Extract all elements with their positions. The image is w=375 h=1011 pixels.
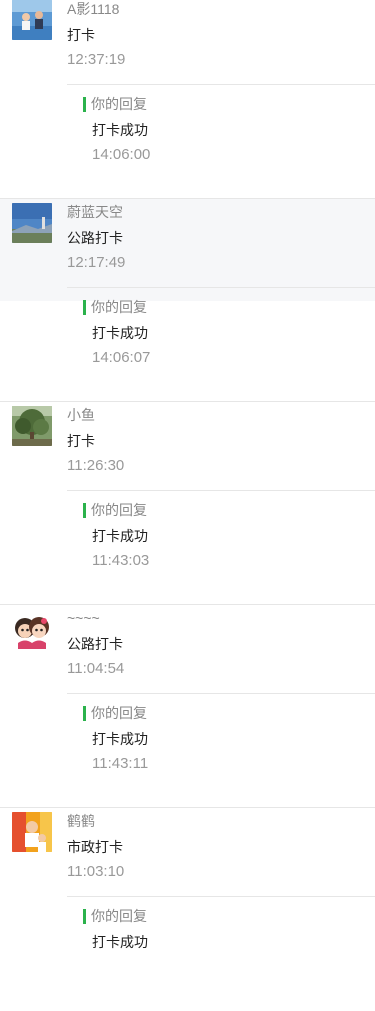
child-photo-avatar[interactable] (12, 812, 52, 852)
reply-label: 你的回复 (91, 502, 147, 518)
message-item[interactable]: 鹤鹤 市政打卡 11:03:10 你的回复 打卡成功 (0, 808, 375, 1011)
message-time: 12:37:19 (67, 51, 126, 68)
reply-block: 你的回复 打卡成功 14:06:07 (67, 287, 375, 388)
reply-label: 你的回复 (91, 96, 147, 112)
sender-name: 小鱼 (67, 407, 95, 423)
sender-name: 鹤鹤 (67, 813, 95, 829)
message-item[interactable]: A影1118 打卡 12:37:19 你的回复 打卡成功 14:06:00 (0, 0, 375, 199)
message-time: 12:17:49 (67, 254, 126, 271)
message-item[interactable]: ~~~~ 公路打卡 11:04:54 你的回复 打卡成功 11:43:11 (0, 605, 375, 808)
reply-content: 打卡成功 (92, 122, 148, 138)
message-header: ~~~~ 公路打卡 11:04:54 (0, 605, 375, 707)
tree-photo-avatar[interactable] (12, 406, 52, 446)
message-header: 小鱼 打卡 11:26:30 (0, 402, 375, 504)
reply-indicator-bar (83, 706, 86, 721)
reply-time: 11:43:11 (92, 755, 149, 772)
reply-label: 你的回复 (91, 908, 147, 924)
message-item[interactable]: 小鱼 打卡 11:26:30 你的回复 打卡成功 11:43:03 (0, 402, 375, 605)
reply-content: 打卡成功 (92, 731, 148, 747)
reply-indicator-bar (83, 909, 86, 924)
message-header: 鹤鹤 市政打卡 11:03:10 (0, 808, 375, 910)
message-time: 11:04:54 (67, 660, 125, 677)
message-time: 11:03:10 (67, 863, 125, 880)
message-content: 市政打卡 (67, 839, 123, 855)
reply-content: 打卡成功 (92, 934, 148, 950)
message-content: 打卡 (67, 433, 95, 449)
message-time: 11:26:30 (67, 457, 125, 474)
sky-landscape-avatar[interactable] (12, 203, 52, 243)
sender-name: A影1118 (67, 1, 120, 17)
message-content: 公路打卡 (67, 230, 123, 246)
reply-indicator-bar (83, 300, 86, 315)
reply-block: 你的回复 打卡成功 11:43:03 (67, 490, 375, 591)
reply-content: 打卡成功 (92, 528, 148, 544)
reply-block: 你的回复 打卡成功 14:06:00 (67, 84, 375, 185)
message-list: A影1118 打卡 12:37:19 你的回复 打卡成功 14:06:00 蔚蓝… (0, 0, 375, 1011)
reply-label: 你的回复 (91, 705, 147, 721)
reply-block: 你的回复 打卡成功 11:43:11 (67, 693, 375, 794)
sender-name: 蔚蓝天空 (67, 204, 123, 220)
pool-photo-avatar[interactable] (12, 0, 52, 40)
reply-time: 11:43:03 (92, 552, 150, 569)
reply-block: 你的回复 打卡成功 (67, 896, 375, 997)
reply-label: 你的回复 (91, 299, 147, 315)
sender-name: ~~~~ (67, 610, 100, 626)
reply-time: 14:06:07 (92, 349, 151, 366)
message-content: 打卡 (67, 27, 95, 43)
reply-content: 打卡成功 (92, 325, 148, 341)
message-item[interactable]: 蔚蓝天空 公路打卡 12:17:49 你的回复 打卡成功 14:06:07 (0, 199, 375, 402)
reply-indicator-bar (83, 97, 86, 112)
message-header: 蔚蓝天空 公路打卡 12:17:49 (0, 199, 375, 301)
reply-indicator-bar (83, 503, 86, 518)
cartoon-couple-avatar[interactable] (12, 609, 52, 649)
reply-time: 14:06:00 (92, 146, 151, 163)
message-content: 公路打卡 (67, 636, 123, 652)
